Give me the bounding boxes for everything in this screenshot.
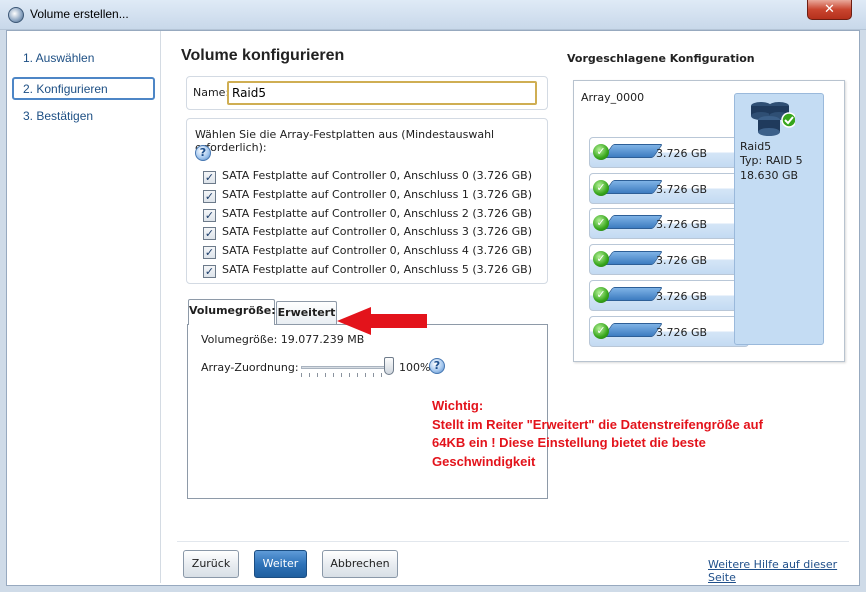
step-confirm[interactable]: 3. Bestätigen bbox=[12, 106, 155, 129]
close-icon: ✕ bbox=[824, 2, 835, 17]
hard-drive-icon bbox=[603, 251, 663, 265]
hard-drive-icon bbox=[603, 180, 663, 194]
array-allocation-value: 100% bbox=[399, 361, 431, 374]
disk-checkbox-row[interactable]: ✓ SATA Festplatte auf Controller 0, Ansch… bbox=[203, 225, 532, 241]
raid-size: 18.630 GB bbox=[740, 169, 799, 182]
window-title: Volume erstellen... bbox=[30, 7, 129, 21]
help-link[interactable]: Weitere Hilfe auf dieser Seite bbox=[708, 558, 859, 584]
disk-capacity: 3.726 GB bbox=[656, 218, 708, 231]
array-name: Array_0000 bbox=[581, 91, 645, 104]
check-ok-icon: ✓ bbox=[593, 144, 609, 160]
check-ok-icon: ✓ bbox=[593, 180, 609, 196]
disk-checkbox[interactable]: ✓ bbox=[203, 246, 216, 259]
disk-checkbox-row[interactable]: ✓ SATA Festplatte auf Controller 0, Ansch… bbox=[203, 188, 532, 204]
cancel-button[interactable]: Abbrechen bbox=[322, 550, 398, 578]
next-button[interactable]: Weiter bbox=[254, 550, 307, 578]
slider-thumb[interactable] bbox=[384, 357, 394, 375]
step-configure[interactable]: 2. Konfigurieren bbox=[12, 77, 155, 100]
check-ok-icon: ✓ bbox=[593, 251, 609, 267]
check-icon: ✓ bbox=[204, 209, 215, 222]
check-icon: ✓ bbox=[204, 265, 215, 278]
hard-drive-icon bbox=[603, 144, 663, 158]
note-line: 64KB ein ! Diese Einstellung bietet die … bbox=[432, 435, 706, 450]
disk-label: SATA Festplatte auf Controller 0, Anschl… bbox=[222, 244, 532, 257]
disk-label: SATA Festplatte auf Controller 0, Anschl… bbox=[222, 169, 532, 182]
disk-capacity: 3.726 GB bbox=[656, 254, 708, 267]
annotation-note: Wichtig: Stellt im Reiter "Erweitert" di… bbox=[432, 397, 792, 471]
disk-selection-panel: Wählen Sie die Array-Festplatten aus (Mi… bbox=[186, 118, 548, 284]
check-icon: ✓ bbox=[204, 227, 215, 240]
raid-volume-icon bbox=[751, 102, 795, 136]
hard-drive-icon bbox=[603, 215, 663, 229]
help-glyph: ? bbox=[199, 146, 207, 159]
array-allocation-slider[interactable] bbox=[301, 366, 389, 369]
disk-label: SATA Festplatte auf Controller 0, Anschl… bbox=[222, 207, 532, 220]
suggested-config-title: Vorgeschlagene Konfiguration bbox=[567, 52, 755, 65]
disk-card: ✓ 3.726 GB bbox=[589, 316, 749, 347]
suggested-config-panel: Array_0000 ✓ 3.726 GB ✓ 3.726 GB ✓ 3.726… bbox=[573, 80, 845, 362]
help-icon[interactable]: ? bbox=[195, 145, 211, 161]
raid-type: Typ: RAID 5 bbox=[740, 154, 803, 167]
check-ok-icon: ✓ bbox=[593, 323, 609, 339]
app-icon bbox=[8, 7, 24, 23]
disk-label: SATA Festplatte auf Controller 0, Anschl… bbox=[222, 263, 532, 276]
step-select[interactable]: 1. Auswählen bbox=[12, 48, 155, 71]
name-panel: Name: bbox=[186, 76, 548, 110]
check-icon: ✓ bbox=[204, 190, 215, 203]
disk-capacity: 3.726 GB bbox=[656, 183, 708, 196]
disk-label: SATA Festplatte auf Controller 0, Anschl… bbox=[222, 188, 532, 201]
disk-card: ✓ 3.726 GB bbox=[589, 280, 749, 311]
tab-volume-size[interactable]: Volumegröße: bbox=[188, 299, 276, 325]
disk-card: ✓ 3.726 GB bbox=[589, 137, 749, 168]
red-annotation-arrow bbox=[337, 307, 427, 335]
disk-checkbox[interactable]: ✓ bbox=[203, 265, 216, 278]
note-line: Geschwindigkeit bbox=[432, 453, 536, 469]
tab-advanced[interactable]: Erweitert bbox=[276, 301, 337, 325]
dialog-client: 1. Auswählen 2. Konfigurieren 3. Bestäti… bbox=[6, 30, 860, 586]
disk-checkbox-row[interactable]: ✓ SATA Festplatte auf Controller 0, Ansch… bbox=[203, 207, 532, 223]
hard-drive-icon bbox=[603, 287, 663, 301]
disk-checkbox-row[interactable]: ✓ SATA Festplatte auf Controller 0, Ansch… bbox=[203, 244, 532, 260]
raid-name: Raid5 bbox=[740, 140, 772, 153]
check-icon: ✓ bbox=[204, 246, 215, 259]
disk-card: ✓ 3.726 GB bbox=[589, 208, 749, 239]
disk-checkbox[interactable]: ✓ bbox=[203, 171, 216, 184]
disk-capacity: 3.726 GB bbox=[656, 326, 708, 339]
help-icon[interactable]: ? bbox=[429, 358, 445, 374]
disk-checkbox[interactable]: ✓ bbox=[203, 227, 216, 240]
help-glyph: ? bbox=[433, 359, 441, 372]
check-icon: ✓ bbox=[204, 171, 215, 184]
title-bar: Volume erstellen... ✕ bbox=[0, 0, 866, 30]
footer-separator bbox=[177, 541, 849, 542]
raid-volume-card: Raid5 Typ: RAID 5 18.630 GB bbox=[734, 93, 824, 345]
disk-checkbox[interactable]: ✓ bbox=[203, 190, 216, 203]
disk-label: SATA Festplatte auf Controller 0, Anschl… bbox=[222, 225, 532, 238]
disk-card: ✓ 3.726 GB bbox=[589, 173, 749, 204]
page-title: Volume konfigurieren bbox=[181, 47, 345, 64]
close-button[interactable]: ✕ bbox=[807, 0, 852, 20]
note-line: Wichtig: bbox=[432, 398, 484, 413]
check-ok-icon: ✓ bbox=[593, 215, 609, 231]
volume-name-input[interactable] bbox=[227, 81, 537, 105]
check-ok-icon: ✓ bbox=[593, 287, 609, 303]
disk-checkbox-row[interactable]: ✓ SATA Festplatte auf Controller 0, Ansch… bbox=[203, 263, 532, 279]
disk-checkbox[interactable]: ✓ bbox=[203, 209, 216, 222]
disk-selection-label: Wählen Sie die Array-Festplatten aus (Mi… bbox=[195, 128, 495, 154]
disk-capacity: 3.726 GB bbox=[656, 147, 708, 160]
hard-drive-icon bbox=[603, 323, 663, 337]
wizard-steps-sidebar: 1. Auswählen 2. Konfigurieren 3. Bestäti… bbox=[7, 31, 161, 583]
note-line: Stellt im Reiter "Erweitert" die Datenst… bbox=[432, 416, 763, 432]
disk-card: ✓ 3.726 GB bbox=[589, 244, 749, 275]
disk-checkbox-row[interactable]: ✓ SATA Festplatte auf Controller 0, Ansch… bbox=[203, 169, 532, 185]
disk-capacity: 3.726 GB bbox=[656, 290, 708, 303]
name-label: Name: bbox=[193, 86, 230, 99]
back-button[interactable]: Zurück bbox=[183, 550, 239, 578]
array-allocation-label: Array-Zuordnung: bbox=[201, 361, 299, 374]
slider-ticks bbox=[301, 373, 389, 377]
